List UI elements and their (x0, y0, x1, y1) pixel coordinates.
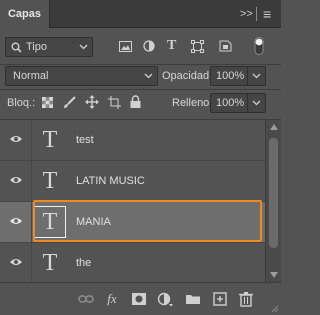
scroll-up-arrow-icon[interactable] (270, 124, 278, 130)
blend-row: Normal Opacidad: 100% (0, 65, 281, 87)
lock-artboard-icon[interactable] (108, 96, 121, 109)
opacity-field[interactable]: 100% (210, 66, 266, 86)
adjustment-filter-icon[interactable] (143, 40, 155, 52)
add-mask-icon[interactable] (131, 291, 147, 307)
search-icon (11, 42, 22, 53)
selected-layer-highlight (33, 200, 262, 242)
blend-mode-value: Normal (13, 70, 49, 82)
layer-name[interactable]: the (76, 243, 91, 282)
panel-header: Capas >> ≡ (0, 0, 281, 28)
layer-name[interactable]: LATIN MUSIC (76, 161, 145, 201)
visibility-cell[interactable] (0, 202, 32, 242)
field-divider (247, 94, 248, 112)
fill-field[interactable]: 100% (210, 93, 266, 113)
lock-image-pixels-icon[interactable] (63, 96, 76, 109)
fill-label: Relleno: (172, 97, 213, 109)
layers-footer-toolbar: fx (0, 282, 281, 315)
lock-transparent-pixels-icon[interactable] (42, 97, 53, 108)
visibility-cell[interactable] (0, 161, 32, 201)
hamburger-menu-icon[interactable]: ≡ (263, 0, 271, 28)
field-divider (247, 67, 248, 85)
tab-capas[interactable]: Capas (0, 0, 50, 28)
layer-name[interactable]: test (76, 120, 94, 160)
fill-value[interactable]: 100% (216, 94, 244, 112)
resize-grip-icon[interactable] (270, 304, 278, 312)
eye-visibility-icon[interactable] (9, 257, 23, 267)
layer-row-latin-music[interactable]: T LATIN MUSIC (0, 161, 265, 202)
visibility-cell[interactable] (0, 243, 32, 282)
blend-mode-select[interactable]: Normal (5, 66, 158, 86)
layer-style-fx-icon[interactable]: fx (104, 291, 120, 307)
chevron-down-icon[interactable] (252, 98, 261, 107)
chevron-down-icon (144, 73, 153, 79)
chevron-down-icon (79, 44, 88, 50)
filter-toggle-icon[interactable] (254, 37, 264, 55)
type-filter-icon[interactable]: T (167, 39, 176, 53)
header-divider (256, 7, 257, 21)
opacity-value[interactable]: 100% (216, 67, 244, 85)
scroll-down-arrow-icon[interactable] (270, 272, 278, 278)
lock-row: Bloq.: Relleno: 100% (0, 90, 281, 118)
adjustment-layer-icon[interactable] (157, 291, 173, 307)
opacity-label: Opacidad: (162, 70, 213, 82)
lock-position-icon[interactable] (85, 95, 99, 109)
visibility-cell[interactable] (0, 120, 32, 160)
scrollbar-thumb[interactable] (269, 138, 278, 248)
new-group-folder-icon[interactable] (185, 291, 201, 307)
eye-visibility-icon[interactable] (9, 175, 23, 185)
lock-label: Bloq.: (7, 97, 36, 109)
shape-filter-icon[interactable] (191, 40, 204, 53)
filter-row: Tipo T (0, 28, 281, 64)
filter-kind-value: Tipo (26, 41, 47, 53)
type-layer-thumbnail: T (42, 250, 58, 276)
double-chevron-right-icon[interactable]: >> (240, 0, 253, 28)
eye-visibility-icon[interactable] (9, 134, 23, 144)
type-layer-thumbnail: T (42, 168, 58, 194)
image-filter-icon[interactable] (119, 41, 132, 52)
new-layer-icon[interactable] (212, 291, 228, 307)
type-layer-thumbnail: T (42, 127, 58, 153)
filter-kind-select[interactable]: Tipo (5, 37, 93, 57)
chevron-down-icon[interactable] (252, 71, 261, 80)
delete-trash-icon[interactable] (238, 291, 254, 307)
link-layers-icon[interactable] (78, 291, 94, 307)
layer-row-the[interactable]: T the (0, 243, 265, 282)
layers-scrollbar[interactable] (265, 120, 281, 282)
lock-all-icon[interactable] (130, 95, 141, 109)
smart-object-filter-icon[interactable] (219, 40, 232, 52)
eye-visibility-icon[interactable] (9, 216, 23, 226)
layer-row-test[interactable]: T test (0, 120, 265, 161)
